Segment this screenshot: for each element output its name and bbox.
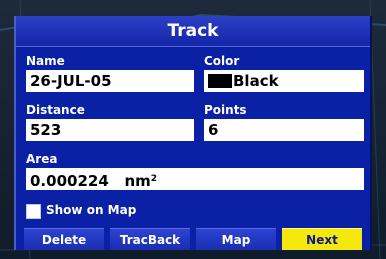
dialog-title: Track [16, 16, 370, 47]
color-field[interactable]: Black [204, 70, 364, 92]
color-label: Color [204, 54, 240, 68]
map-button[interactable]: Map [196, 228, 276, 250]
distance-field: 523 [26, 119, 194, 141]
area-unit: nm2 [124, 172, 158, 190]
points-label: Points [204, 103, 247, 117]
distance-label: Distance [26, 103, 85, 117]
show-on-map-label: Show on Map [46, 203, 137, 217]
delete-button[interactable]: Delete [24, 228, 104, 250]
color-value: Black [233, 72, 279, 90]
tracback-button[interactable]: TracBack [110, 228, 190, 250]
show-on-map-checkbox[interactable] [26, 204, 41, 219]
area-field: 0.000224 nm2 [26, 168, 364, 190]
area-value: 0.000224 [30, 172, 109, 190]
area-label: Area [26, 152, 58, 166]
color-swatch [208, 74, 232, 88]
name-label: Name [26, 54, 65, 68]
points-field: 6 [204, 119, 364, 141]
track-dialog: Track Name 26-JUL-05 Color Black Distanc… [14, 16, 372, 250]
device-screen: Track Name 26-JUL-05 Color Black Distanc… [0, 0, 386, 259]
name-field[interactable]: 26-JUL-05 [26, 70, 194, 92]
next-button[interactable]: Next [282, 228, 362, 250]
